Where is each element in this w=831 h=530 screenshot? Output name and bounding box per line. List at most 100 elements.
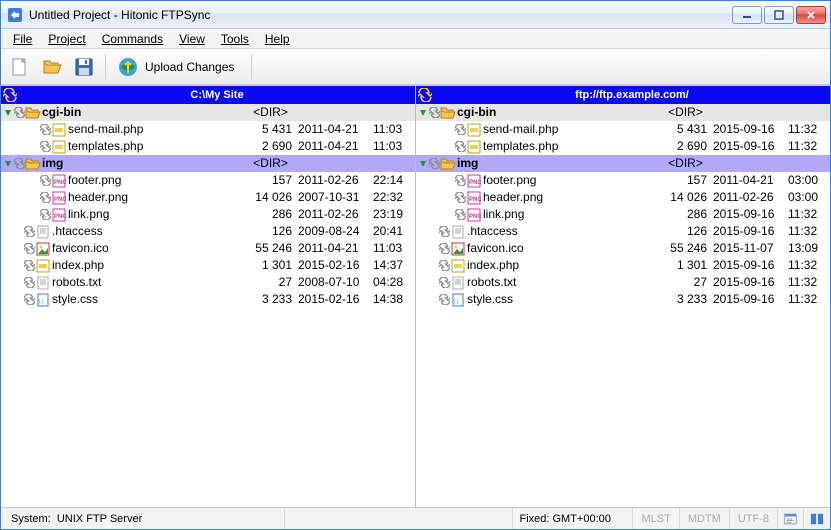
dir-label: <DIR> — [243, 104, 298, 121]
txt-icon — [35, 275, 51, 291]
local-file-list[interactable]: cgi-bin<DIR>send-mail.php5 4312011-04-21… — [1, 104, 415, 507]
new-project-button[interactable] — [5, 52, 35, 82]
txt-icon — [450, 275, 466, 291]
file-date: 2007-10-31 — [298, 189, 373, 206]
file-row[interactable]: PNGlink.png2862011-02-2623:19 — [1, 206, 415, 223]
file-size: 5 431 — [243, 121, 298, 138]
menu-commands[interactable]: Commands — [94, 31, 171, 47]
sync-mark-icon — [454, 175, 466, 186]
file-name: favicon.ico — [466, 240, 658, 257]
status-panes-icon[interactable] — [804, 508, 830, 529]
file-date: 2011-04-21 — [298, 121, 373, 138]
ico-icon — [450, 241, 466, 257]
file-row[interactable]: favicon.ico55 2462011-04-2111:03 — [1, 240, 415, 257]
file-date: 2011-02-26 — [713, 189, 788, 206]
png-icon: PNG — [466, 173, 482, 189]
file-time: 03:00 — [788, 189, 830, 206]
local-pane-header[interactable]: C:\My Site — [1, 86, 415, 104]
file-row[interactable]: robots.txt272008-07-1004:28 — [1, 274, 415, 291]
file-row[interactable]: { }style.css3 2332015-02-1614:38 — [1, 291, 415, 308]
file-time: 22:32 — [373, 189, 415, 206]
menu-help[interactable]: Help — [257, 31, 298, 47]
file-time: 11:32 — [788, 206, 830, 223]
file-row[interactable]: .htaccess1262015-09-1611:32 — [416, 223, 830, 240]
menu-tools[interactable]: Tools — [213, 31, 257, 47]
maximize-button[interactable] — [764, 6, 794, 24]
status-timezone: Fixed: GMT+00:00 — [513, 508, 633, 529]
folder-icon — [25, 105, 41, 121]
file-row[interactable]: robots.txt272015-09-1611:32 — [416, 274, 830, 291]
upload-changes-button[interactable]: Upload Changes — [112, 52, 245, 82]
file-row[interactable]: favicon.ico55 2462015-11-0713:09 — [416, 240, 830, 257]
file-time: 11:03 — [373, 240, 415, 257]
png-icon: PNG — [466, 190, 482, 206]
remote-pane: ftp://ftp.example.com/ cgi-bin<DIR>send-… — [416, 86, 830, 507]
file-size: 55 246 — [658, 240, 713, 257]
file-name: index.php — [466, 257, 658, 274]
remote-pane-header[interactable]: ftp://ftp.example.com/ — [416, 86, 830, 104]
file-row[interactable]: .htaccess1262009-08-2420:41 — [1, 223, 415, 240]
folder-icon — [25, 156, 41, 172]
file-date: 2011-04-21 — [713, 172, 788, 189]
file-row[interactable]: send-mail.php5 4312011-04-2111:03 — [1, 121, 415, 138]
svg-text:{ }: { } — [454, 299, 459, 305]
file-row[interactable]: PNGfooter.png1572011-04-2103:00 — [416, 172, 830, 189]
file-name: send-mail.php — [67, 121, 243, 138]
dir-row[interactable]: cgi-bin<DIR> — [1, 104, 415, 121]
file-size: 1 301 — [658, 257, 713, 274]
file-name: send-mail.php — [482, 121, 658, 138]
sync-mark-icon — [23, 277, 35, 288]
file-row[interactable]: index.php1 3012015-02-1614:37 — [1, 257, 415, 274]
file-size: 126 — [243, 223, 298, 240]
dir-row[interactable]: img<DIR> — [1, 155, 415, 172]
file-size: 5 431 — [658, 121, 713, 138]
file-name: .htaccess — [51, 223, 243, 240]
close-button[interactable] — [796, 6, 826, 24]
file-row[interactable]: { }style.css3 2332015-09-1611:32 — [416, 291, 830, 308]
file-row[interactable]: templates.php2 6902011-04-2111:03 — [1, 138, 415, 155]
png-icon: PNG — [51, 173, 67, 189]
open-project-button[interactable] — [37, 52, 67, 82]
file-time: 11:32 — [788, 138, 830, 155]
status-log-icon[interactable] — [778, 508, 804, 529]
file-size: 14 026 — [658, 189, 713, 206]
file-name: link.png — [67, 206, 243, 223]
file-row[interactable]: PNGheader.png14 0262007-10-3122:32 — [1, 189, 415, 206]
file-name: style.css — [51, 291, 243, 308]
menu-file[interactable]: File — [5, 31, 40, 47]
file-row[interactable]: templates.php2 6902015-09-1611:32 — [416, 138, 830, 155]
dir-name: cgi-bin — [456, 104, 658, 121]
sync-mark-icon — [39, 141, 51, 152]
sync-mark-icon — [438, 277, 450, 288]
sync-mark-icon — [39, 175, 51, 186]
status-spacer — [285, 508, 513, 529]
dir-row[interactable]: img<DIR> — [416, 155, 830, 172]
file-date: 2015-09-16 — [713, 274, 788, 291]
sync-mark-icon — [438, 260, 450, 271]
file-time: 14:37 — [373, 257, 415, 274]
minimize-button[interactable] — [732, 6, 762, 24]
file-row[interactable]: send-mail.php5 4312015-09-1611:32 — [416, 121, 830, 138]
menu-view[interactable]: View — [171, 31, 213, 47]
file-name: robots.txt — [51, 274, 243, 291]
menu-project[interactable]: Project — [40, 31, 93, 47]
file-time: 13:09 — [788, 240, 830, 257]
sync-mark-icon — [454, 124, 466, 135]
file-row[interactable]: index.php1 3012015-09-1611:32 — [416, 257, 830, 274]
file-row[interactable]: PNGheader.png14 0262011-02-2603:00 — [416, 189, 830, 206]
file-date: 2015-11-07 — [713, 240, 788, 257]
sync-mark-icon — [438, 243, 450, 254]
dir-row[interactable]: cgi-bin<DIR> — [416, 104, 830, 121]
remote-file-list[interactable]: cgi-bin<DIR>send-mail.php5 4312015-09-16… — [416, 104, 830, 507]
file-name: index.php — [51, 257, 243, 274]
file-date: 2011-02-26 — [298, 172, 373, 189]
css-icon: { } — [450, 292, 466, 308]
file-name: link.png — [482, 206, 658, 223]
txt-icon — [35, 224, 51, 240]
save-project-button[interactable] — [69, 52, 99, 82]
status-mdtm: MDTM — [680, 508, 730, 529]
file-row[interactable]: PNGfooter.png1572011-02-2622:14 — [1, 172, 415, 189]
sync-mark-icon — [428, 107, 440, 118]
file-row[interactable]: PNGlink.png2862015-09-1611:32 — [416, 206, 830, 223]
file-date: 2008-07-10 — [298, 274, 373, 291]
